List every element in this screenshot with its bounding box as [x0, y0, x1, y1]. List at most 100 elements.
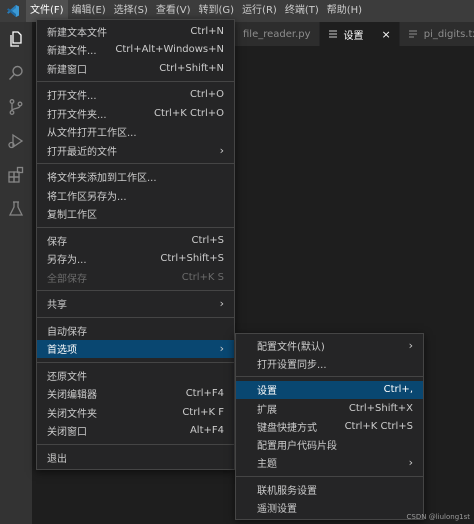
menu-item[interactable]: 打开文件... Ctrl+O — [37, 86, 234, 105]
menu-item[interactable]: 将文件夹添加到工作区... — [37, 168, 234, 187]
menu-run[interactable]: 运行(R) — [238, 0, 281, 22]
menu-item-label: 从文件打开工作区... — [47, 128, 137, 140]
menu-item[interactable]: 主题 › — [236, 454, 423, 472]
menu-item[interactable]: 打开最近的文件 › — [37, 141, 234, 160]
menu-separator — [37, 361, 234, 363]
file-menu: 新建文本文件 Ctrl+N 新建文件... Ctrl+Alt+Windows+N 新建窗… — [36, 19, 235, 470]
menu-item[interactable]: 新建窗口 Ctrl+Shift+N — [37, 59, 234, 78]
chevron-right-icon: › — [219, 143, 224, 157]
tab-pi-digits[interactable]: pi_digits.txt — [399, 22, 474, 46]
menu-item[interactable]: 首选项 › — [37, 339, 234, 358]
menu-item[interactable]: 关闭编辑器 Ctrl+F4 — [37, 385, 234, 404]
menu-item[interactable]: 新建文本文件 Ctrl+N — [37, 22, 234, 41]
menu-item[interactable]: 联机服务设置 — [236, 480, 423, 498]
menu-item[interactable]: 退出 — [37, 448, 234, 467]
menu-item-label: 保存 — [47, 236, 67, 248]
menu-item-shortcut: Ctrl+S — [191, 234, 224, 246]
menu-item[interactable]: 配置文件(默认) › — [236, 336, 423, 354]
menu-item-label: 共享 — [47, 300, 67, 312]
menu-item[interactable]: 共享 › — [37, 295, 234, 314]
menu-item-label: 主题 — [257, 459, 277, 471]
chevron-right-icon: › — [408, 456, 413, 470]
menu-item-label: 联机服务设置 — [257, 485, 317, 497]
menu-item[interactable]: 自动保存 — [37, 321, 234, 340]
menu-item[interactable]: 打开文件夹... Ctrl+K Ctrl+O — [37, 104, 234, 123]
menu-item[interactable]: 将工作区另存为... — [37, 186, 234, 205]
menu-item[interactable]: 键盘快捷方式 Ctrl+K Ctrl+S — [236, 417, 423, 435]
menu-item-shortcut: Ctrl+K S — [181, 271, 224, 283]
menu-item-label: 复制工作区 — [47, 210, 97, 222]
menu-item-label: 配置用户代码片段 — [257, 441, 337, 453]
menu-item-label: 配置文件(默认) — [257, 341, 325, 353]
source-control-icon[interactable] — [0, 90, 32, 124]
menu-item[interactable]: 复制工作区 — [37, 205, 234, 224]
menu-item-label: 还原文件 — [47, 371, 87, 383]
watermark: CSDN @liulong1st — [406, 513, 470, 521]
menu-separator — [37, 81, 234, 82]
menu-item-shortcut: Alt+F4 — [189, 425, 224, 437]
menu-item-shortcut: Ctrl+, — [383, 384, 413, 396]
menu-item-label: 全部保存 — [47, 273, 87, 285]
menu-item[interactable]: 还原文件 — [37, 366, 234, 385]
chevron-right-icon: › — [408, 338, 413, 352]
menu-item-label: 新建窗口 — [47, 64, 87, 76]
menu-item[interactable]: 保存 Ctrl+S — [37, 231, 234, 250]
menu-item-label: 关闭窗口 — [47, 427, 87, 439]
menu-item: 全部保存 Ctrl+K S — [37, 268, 234, 287]
settings-tab-icon — [328, 30, 337, 38]
menu-separator — [236, 376, 423, 378]
menu-item-label: 首选项 — [47, 345, 77, 357]
text-file-icon — [408, 30, 417, 38]
explorer-icon[interactable] — [0, 22, 32, 56]
preferences-submenu: 配置文件(默认) › 打开设置同步... 设置 Ctrl+, 扩展 Ctrl+Shift+X… — [235, 333, 424, 520]
chevron-right-icon: › — [219, 342, 224, 356]
menu-item-shortcut: Ctrl+K Ctrl+S — [344, 420, 413, 432]
menu-item-shortcut: Ctrl+F4 — [185, 388, 224, 400]
tab-label: file_reader.py — [243, 28, 311, 40]
menu-item-label: 关闭编辑器 — [47, 390, 97, 402]
menu-item-label: 键盘快捷方式 — [257, 422, 317, 434]
menu-item[interactable]: 遥测设置 — [236, 498, 423, 516]
menu-item[interactable]: 扩展 Ctrl+Shift+X — [236, 399, 423, 417]
menu-item[interactable]: 打开设置同步... — [236, 354, 423, 372]
activity-bar — [0, 22, 32, 524]
menu-item-label: 将工作区另存为... — [47, 191, 127, 203]
menu-item[interactable]: 关闭窗口 Alt+F4 — [37, 422, 234, 441]
run-debug-icon[interactable] — [0, 124, 32, 158]
menu-item-shortcut: Ctrl+N — [190, 25, 224, 37]
menu-item-label: 遥测设置 — [257, 504, 297, 516]
menu-item-label: 打开最近的文件 — [47, 146, 117, 158]
close-icon[interactable]: × — [382, 28, 391, 41]
menu-item-label: 新建文本文件 — [47, 27, 107, 39]
vscode-logo-icon — [0, 0, 26, 22]
tab-settings[interactable]: 设置 × — [319, 22, 400, 46]
menu-item[interactable]: 配置用户代码片段 — [236, 435, 423, 453]
menu-item[interactable]: 关闭文件夹 Ctrl+K F — [37, 403, 234, 422]
menu-help[interactable]: 帮助(H) — [323, 0, 366, 22]
menu-item-label: 关闭文件夹 — [47, 408, 97, 420]
menu-item-label: 设置 — [257, 386, 277, 398]
menu-separator — [37, 163, 234, 164]
tab-label: pi_digits.txt — [423, 28, 474, 40]
editor-tabbar: file_reader.py 设置 × pi_digits.txt — [235, 22, 474, 46]
search-icon[interactable] — [0, 56, 32, 90]
menu-item-shortcut: Ctrl+Alt+Windows+N — [115, 44, 224, 56]
menu-item[interactable]: 设置 Ctrl+, — [236, 380, 423, 399]
menu-item[interactable]: 从文件打开工作区... — [37, 123, 234, 142]
menu-separator — [37, 316, 234, 318]
menu-item[interactable]: 新建文件... Ctrl+Alt+Windows+N — [37, 41, 234, 60]
menu-separator — [37, 290, 234, 291]
menu-separator — [37, 226, 234, 228]
tab-file-reader[interactable]: file_reader.py — [235, 22, 320, 46]
menu-item-shortcut: Ctrl+Shift+S — [160, 253, 224, 265]
chevron-right-icon: › — [219, 297, 224, 311]
menu-item-shortcut: Ctrl+Shift+N — [159, 62, 224, 74]
testing-icon[interactable] — [0, 192, 32, 226]
menu-item-label: 退出 — [47, 453, 67, 465]
menu-separator — [37, 443, 234, 445]
menu-terminal[interactable]: 终端(T) — [281, 0, 323, 22]
extensions-icon[interactable] — [0, 158, 32, 192]
menu-item-shortcut: Ctrl+Shift+X — [348, 402, 413, 414]
menu-item-label: 新建文件... — [47, 46, 97, 58]
menu-item[interactable]: 另存为... Ctrl+Shift+S — [37, 250, 234, 269]
